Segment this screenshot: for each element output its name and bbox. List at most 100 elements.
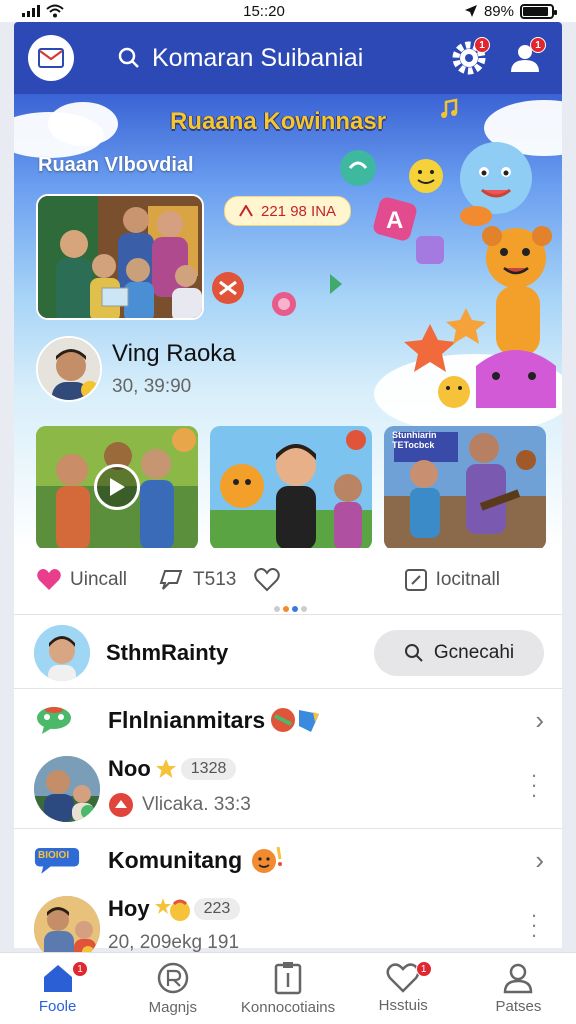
list-item[interactable]: Noo 1328 Vlicaka. 33:3 · · ·: [34, 756, 544, 822]
creator-name: Ving Raoka: [112, 340, 236, 367]
battery-percent: 89%: [483, 2, 514, 20]
entry-count: 1328: [180, 758, 237, 780]
status-indicators: [22, 4, 64, 18]
chevron-right-icon[interactable]: ›: [535, 705, 544, 736]
emoji-icon: [252, 846, 283, 873]
section-header[interactable]: Flnlnianmitars ›: [34, 700, 544, 740]
entry-subtitle: 20, 209ekg 191: [108, 932, 240, 953]
heart-icon: [37, 569, 61, 590]
entry-avatar[interactable]: [34, 756, 100, 822]
music-note-icon: [441, 98, 458, 118]
search-bar[interactable]: Komaran Suibaniai: [118, 44, 436, 73]
action-bar: Uincall T513 Iocitnall: [14, 548, 562, 612]
location-icon: [464, 5, 477, 17]
entry-subtitle: Vlicaka. 33:3: [142, 794, 251, 815]
entry-count: 223: [193, 898, 241, 920]
comment-label: T513: [193, 569, 237, 590]
mail-button[interactable]: [28, 35, 74, 81]
nav-label: Hsstuis: [378, 997, 428, 1014]
creator-info[interactable]: Ving Raoka 30, 39:90: [36, 336, 236, 402]
video-thumbnail[interactable]: [36, 426, 198, 548]
play-icon: [110, 478, 125, 496]
save-button[interactable]: Iocitnall: [404, 568, 500, 592]
stream-avatar[interactable]: [34, 625, 90, 681]
more-options-icon[interactable]: · · ·: [524, 904, 544, 946]
content-card: Uincall T513 Iocitnall SthmRainty Gcneca…: [14, 548, 562, 962]
video-thumbnail[interactable]: [210, 426, 372, 548]
nav-label: Patses: [495, 998, 542, 1015]
profile-button[interactable]: 1: [502, 35, 548, 81]
search-icon: [404, 644, 423, 662]
stream-search-button[interactable]: Gcnecahi: [374, 630, 544, 676]
react-button[interactable]: [254, 568, 284, 592]
nav-item-hsstuis[interactable]: 1 Hsstuis: [346, 953, 461, 1024]
heart-outline-icon: [254, 568, 281, 592]
more-options-icon[interactable]: · · ·: [524, 764, 544, 806]
search-icon: [118, 47, 139, 68]
nav-label: Magnjs: [148, 999, 197, 1016]
settings-button[interactable]: 1: [446, 35, 492, 81]
nav-label: Foole: [38, 998, 77, 1015]
party-icon: [154, 898, 190, 921]
chevron-right-icon[interactable]: ›: [535, 845, 544, 876]
nav-badge: 1: [415, 961, 432, 977]
divider: [14, 614, 562, 615]
hero-subtitle: Ruaan Vlbovdial: [38, 154, 194, 176]
family-photo[interactable]: [36, 194, 204, 320]
up-arrow-icon: [239, 205, 253, 217]
wifi-icon: [46, 4, 64, 18]
circle-r-icon: [157, 962, 189, 994]
video-thumbnails: Stunhiarin TETocbck: [36, 426, 546, 548]
nav-item-konnocotiains[interactable]: Konnocotiains: [230, 953, 345, 1024]
hero-banner[interactable]: Ruaana Kowinnasr Ruaan Vlbovdial 221 98 …: [14, 94, 562, 548]
section-icon-text: BIOIOI: [38, 850, 70, 861]
chat-bubble-icon: [37, 707, 71, 734]
like-button[interactable]: Uincall: [36, 568, 127, 592]
play-button[interactable]: [94, 464, 140, 510]
battery-icon: [520, 3, 557, 19]
notification-icon: [109, 793, 133, 817]
section-friends: Flnlnianmitars › Noo 1328 Vlicaka. 33:3 …: [34, 700, 544, 822]
section-header[interactable]: BIOIOI Komunitang ›: [34, 840, 544, 880]
nav-badge: 1: [72, 961, 88, 977]
app-header: Komaran Suibaniai 1 1: [14, 22, 562, 94]
edit-icon: [404, 569, 427, 591]
star-icon: [155, 759, 176, 778]
battery-fill: [523, 6, 548, 16]
comment-button[interactable]: T513: [159, 568, 236, 592]
section-title: Flnlnianmitars: [108, 706, 266, 733]
signal-icon: [22, 5, 40, 17]
section-title: Komunitang: [108, 846, 243, 873]
floating-icons-illustration: [212, 272, 342, 316]
nav-label: Konnocotiains: [240, 999, 336, 1016]
nav-item-patses[interactable]: Patses: [461, 953, 576, 1024]
profile-badge: 1: [530, 37, 546, 53]
stream-label: SthmRainty: [106, 640, 229, 665]
svg-text:A: A: [386, 207, 403, 234]
clipboard-icon: [274, 962, 302, 995]
home-icon: [43, 965, 72, 992]
save-label: Iocitnall: [435, 569, 500, 590]
settings-badge: 1: [474, 37, 490, 53]
comment-icon: [159, 570, 183, 590]
decor-badges-icon: [271, 708, 320, 732]
entry-name: Hoy: [108, 896, 150, 921]
divider: [14, 828, 562, 829]
creator-avatar[interactable]: [36, 336, 102, 402]
creator-meta: 30, 39:90: [112, 376, 192, 397]
date-pill: 221 98 INA: [224, 196, 352, 226]
thumbnail-caption: Stunhiarin TETocbck: [392, 430, 437, 450]
video-thumbnail[interactable]: Stunhiarin TETocbck: [384, 426, 546, 548]
characters-illustration: A: [340, 142, 556, 408]
mail-icon: [38, 48, 64, 68]
divider: [14, 688, 562, 689]
page-dots: [274, 606, 307, 612]
entry-name: Noo: [108, 756, 151, 781]
status-bar: 15::20 89%: [0, 0, 576, 22]
stream-search-label: Gcnecahi: [433, 642, 515, 663]
date-pill-text: 221 98 INA: [261, 202, 337, 220]
bottom-nav: 1 Foole Magnjs Konnocotiains 1 Hsstuis P…: [0, 952, 576, 1024]
person-icon: [504, 963, 533, 994]
nav-item-magnjs[interactable]: Magnjs: [115, 953, 230, 1024]
nav-item-home[interactable]: 1 Foole: [0, 953, 115, 1024]
